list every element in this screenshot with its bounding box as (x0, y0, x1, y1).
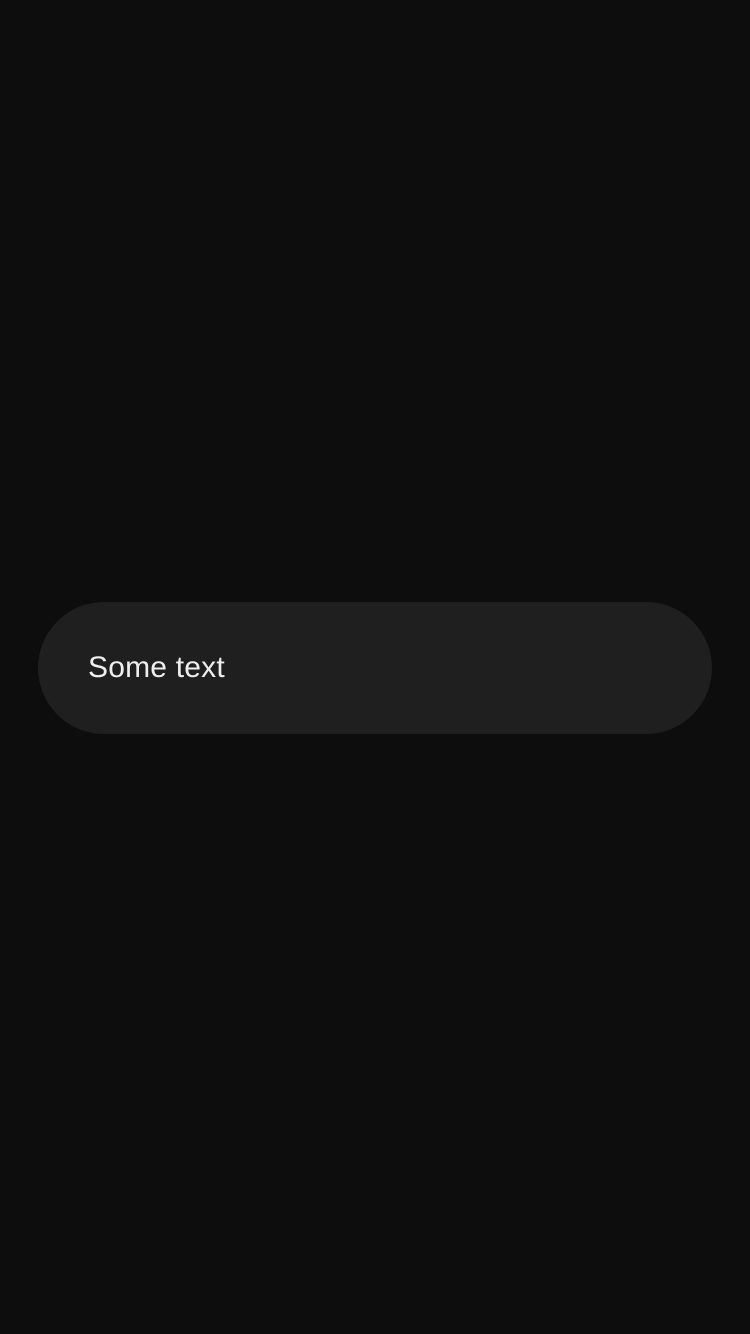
screen: Some text (0, 0, 750, 1334)
text-pill-label: Some text (88, 651, 225, 684)
text-pill[interactable]: Some text (38, 602, 712, 734)
